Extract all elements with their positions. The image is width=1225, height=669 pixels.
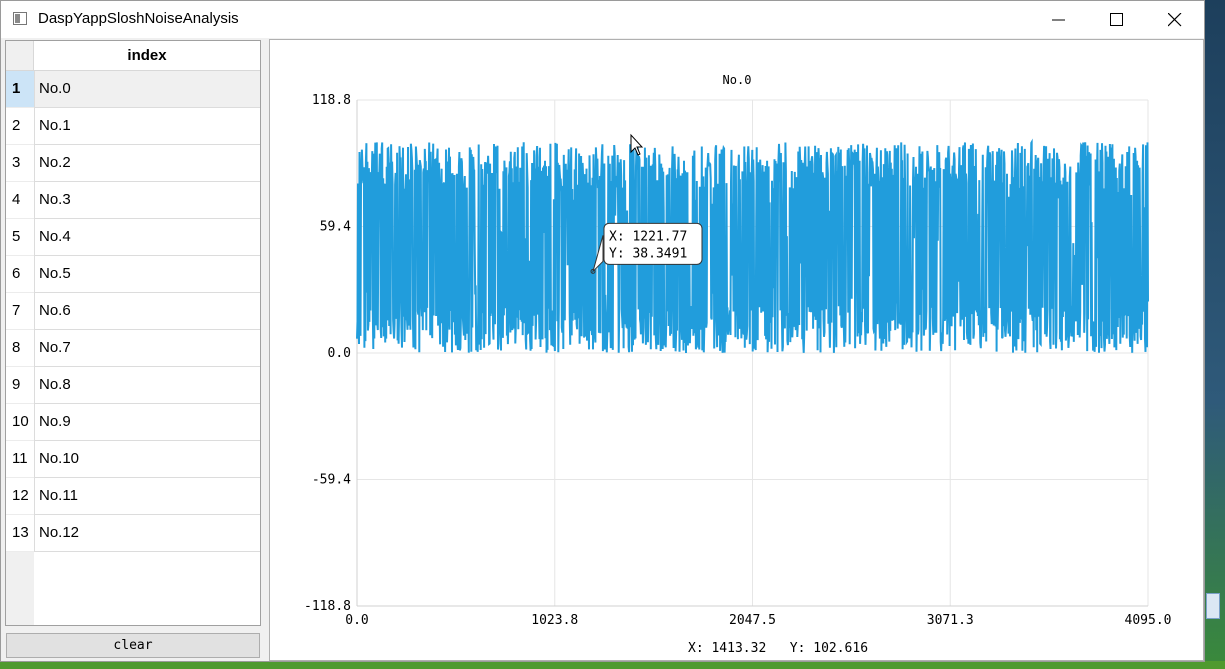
row-header[interactable]: 7 (6, 293, 34, 330)
desktop-background-bottom (0, 661, 1225, 669)
table-cell-index[interactable]: No.7 (34, 330, 260, 367)
table-corner[interactable] (6, 41, 34, 71)
line-chart[interactable]: No.0 0.0 1023.8 2047.5 3071.3 4095.0 118.8 59.… (270, 40, 1203, 660)
table-cell-index[interactable]: No.6 (34, 293, 260, 330)
maximize-button[interactable] (1088, 1, 1146, 38)
row-header[interactable]: 2 (6, 108, 34, 145)
table-row[interactable]: 10 No.9 (6, 404, 260, 441)
column-header-index[interactable]: index (34, 41, 260, 71)
index-table[interactable]: index 1 No.0 2 No.1 3 No.2 4 No.3 5 No.4 6 No.5 7 No.… (5, 40, 261, 626)
window-title: DaspYappSloshNoiseAnalysis (38, 10, 239, 27)
table-row[interactable]: 7 No.6 (6, 293, 260, 330)
table-row[interactable]: 12 No.11 (6, 478, 260, 515)
row-header[interactable]: 5 (6, 219, 34, 256)
row-header-filler (6, 552, 34, 625)
chart-title: No.0 (723, 73, 752, 87)
table-cell-index[interactable]: No.11 (34, 478, 260, 515)
x-tick-label: 0.0 (345, 613, 368, 628)
background-window-icon (1206, 593, 1220, 619)
readout-x: X: 1413.32 (688, 641, 767, 656)
close-button[interactable] (1146, 1, 1204, 38)
row-header[interactable]: 12 (6, 478, 34, 515)
table-cell-index[interactable]: No.8 (34, 367, 260, 404)
x-tick-label: 1023.8 (531, 613, 578, 628)
table-cell-index[interactable]: No.4 (34, 219, 260, 256)
tooltip-x-label: X: 1221.77 (609, 229, 687, 244)
y-tick-label: -59.4 (312, 473, 351, 488)
maximize-icon (1110, 13, 1123, 26)
table-cell-index[interactable]: No.2 (34, 145, 260, 182)
tooltip-y-label: Y: 38.3491 (609, 246, 687, 261)
table-cell-index[interactable]: No.10 (34, 441, 260, 478)
table-row[interactable]: 9 No.8 (6, 367, 260, 404)
x-tick-label: 2047.5 (729, 613, 776, 628)
minimize-icon (1052, 19, 1065, 21)
app-icon (13, 12, 27, 25)
row-header[interactable]: 3 (6, 145, 34, 182)
table-cell-index[interactable]: No.0 (34, 71, 260, 108)
chart-view[interactable]: No.0 0.0 1023.8 2047.5 3071.3 4095.0 118.8 59.… (269, 39, 1204, 661)
y-tick-label: 118.8 (312, 93, 351, 108)
table-cell-index[interactable]: No.5 (34, 256, 260, 293)
table-row[interactable]: 2 No.1 (6, 108, 260, 145)
series-line (356, 138, 1149, 354)
table-cell-index[interactable]: No.3 (34, 182, 260, 219)
y-tick-label: 59.4 (320, 220, 351, 235)
y-tick-label: 0.0 (328, 346, 351, 361)
row-header[interactable]: 6 (6, 256, 34, 293)
table-row[interactable]: 3 No.2 (6, 145, 260, 182)
table-row[interactable]: 6 No.5 (6, 256, 260, 293)
close-icon (1168, 13, 1182, 27)
table-row[interactable]: 8 No.7 (6, 330, 260, 367)
x-tick-label: 4095.0 (1125, 613, 1172, 628)
readout-y: Y: 102.616 (789, 641, 869, 656)
x-tick-label: 3071.3 (927, 613, 974, 628)
desktop-background (1205, 0, 1225, 669)
table-row[interactable]: 4 No.3 (6, 182, 260, 219)
row-header[interactable]: 11 (6, 441, 34, 478)
table-cell-index[interactable]: No.9 (34, 404, 260, 441)
row-header[interactable]: 4 (6, 182, 34, 219)
row-header[interactable]: 8 (6, 330, 34, 367)
cursor-readout: X: 1413.32 Y: 102.616 (688, 641, 868, 656)
row-header[interactable]: 9 (6, 367, 34, 404)
table-cell-index[interactable]: No.12 (34, 515, 260, 552)
table-row[interactable]: 13 No.12 (6, 515, 260, 552)
table-row[interactable]: 5 No.4 (6, 219, 260, 256)
minimize-button[interactable] (1030, 1, 1088, 38)
row-header[interactable]: 13 (6, 515, 34, 552)
row-header[interactable]: 10 (6, 404, 34, 441)
table-row[interactable]: 11 No.10 (6, 441, 260, 478)
table-cell-index[interactable]: No.1 (34, 108, 260, 145)
row-header[interactable]: 1 (6, 71, 34, 108)
y-tick-label: -118.8 (304, 599, 351, 614)
table-row[interactable]: 1 No.0 (6, 71, 260, 108)
title-bar[interactable]: DaspYappSloshNoiseAnalysis (1, 1, 1204, 38)
clear-button[interactable]: clear (6, 633, 260, 658)
